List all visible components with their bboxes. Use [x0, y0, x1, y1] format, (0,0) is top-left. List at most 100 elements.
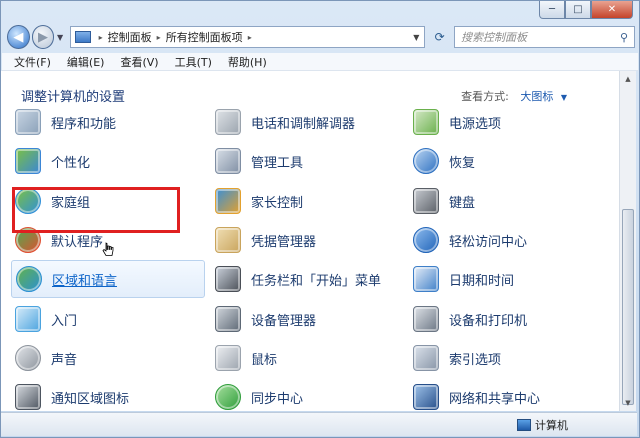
personalization-icon — [15, 148, 41, 174]
annotation-highlight-box — [12, 187, 180, 233]
breadcrumb-control-panel[interactable]: 控制面板 — [108, 29, 152, 45]
item-getting-started[interactable]: 入门 — [15, 304, 77, 334]
menu-view[interactable]: 查看(V) — [120, 54, 158, 70]
phone-modem-icon — [215, 109, 241, 135]
item-label[interactable]: 默认程序 — [51, 231, 103, 250]
date-time-icon — [413, 266, 439, 292]
recent-pages-dropdown[interactable]: ▼ — [54, 33, 65, 42]
item-programs-features[interactable]: 程序和功能 — [15, 107, 116, 137]
item-region-language[interactable]: 区域和语言 — [11, 260, 205, 298]
status-computer-label: 计算机 — [535, 419, 568, 432]
item-sound[interactable]: 声音 — [15, 343, 77, 373]
hand-cursor-icon — [102, 242, 114, 256]
parental-controls-icon — [215, 188, 241, 214]
item-devices-printers[interactable]: 设备和打印机 — [413, 304, 527, 334]
admin-tools-icon — [215, 148, 241, 174]
close-button[interactable]: ✕ — [591, 1, 633, 19]
back-button[interactable]: ◀ — [7, 25, 30, 49]
menu-edit[interactable]: 编辑(E) — [67, 54, 105, 70]
menu-tools[interactable]: 工具(T) — [175, 54, 212, 70]
item-label[interactable]: 设备和打印机 — [449, 310, 527, 329]
mouse-icon — [215, 345, 241, 371]
item-label[interactable]: 通知区域图标 — [51, 388, 129, 407]
item-label[interactable]: 网络和共享中心 — [449, 388, 540, 407]
item-label[interactable]: 个性化 — [51, 152, 90, 171]
menu-bar: 文件(F) 编辑(E) 查看(V) 工具(T) 帮助(H) — [2, 53, 638, 71]
scroll-up-arrow[interactable]: ▲ — [622, 73, 634, 85]
computer-icon — [517, 419, 531, 431]
chevron-right-icon[interactable]: ▸ — [157, 33, 161, 42]
item-label[interactable]: 声音 — [51, 349, 77, 368]
programs-features-icon — [15, 109, 41, 135]
item-personalization[interactable]: 个性化 — [15, 146, 90, 176]
keyboard-icon — [413, 188, 439, 214]
status-computer: 计算机 — [517, 417, 568, 433]
refresh-button[interactable]: ⟳ — [429, 26, 450, 48]
item-label[interactable]: 入门 — [51, 310, 77, 329]
item-date-time[interactable]: 日期和时间 — [413, 264, 514, 294]
item-phone-modem[interactable]: 电话和调制解调器 — [215, 107, 355, 137]
control-panel-content: 调整计算机的设置 查看方式: 大图标 ▼ 程序和功能 电话和调制解调器 电源选项 个性… — [1, 71, 619, 411]
item-ease-of-access[interactable]: 轻松访问中心 — [413, 225, 527, 255]
forward-button[interactable]: ▶ — [31, 25, 55, 49]
item-admin-tools[interactable]: 管理工具 — [215, 146, 303, 176]
credential-manager-icon — [215, 227, 241, 253]
region-language-icon — [16, 266, 42, 292]
address-bar[interactable]: ▸ 控制面板 ▸ 所有控制面板项 ▸ ▼ — [69, 26, 426, 48]
status-bar: 计算机 — [1, 412, 637, 436]
address-dropdown-icon[interactable]: ▼ — [408, 33, 424, 42]
sync-center-icon — [215, 384, 241, 410]
item-indexing-options[interactable]: 索引选项 — [413, 343, 501, 373]
item-device-manager[interactable]: 设备管理器 — [215, 304, 316, 334]
item-power-options[interactable]: 电源选项 — [413, 107, 501, 137]
chevron-right-icon[interactable]: ▸ — [99, 33, 103, 42]
item-label[interactable]: 程序和功能 — [51, 113, 116, 132]
item-label[interactable]: 同步中心 — [251, 388, 303, 407]
breadcrumb-all-items[interactable]: 所有控制面板项 — [166, 29, 243, 45]
item-parental-controls[interactable]: 家长控制 — [215, 186, 303, 216]
network-sharing-icon — [413, 384, 439, 410]
item-label[interactable]: 电源选项 — [449, 113, 501, 132]
item-label[interactable]: 键盘 — [449, 192, 475, 211]
item-sync-center[interactable]: 同步中心 — [215, 382, 303, 411]
menu-help[interactable]: 帮助(H) — [228, 54, 267, 70]
item-network-sharing[interactable]: 网络和共享中心 — [413, 382, 540, 411]
maximize-button[interactable]: □ — [565, 1, 591, 19]
item-taskbar-start[interactable]: 任务栏和「开始」菜单 — [215, 264, 381, 294]
item-label[interactable]: 索引选项 — [449, 349, 501, 368]
search-input[interactable]: 搜索控制面板 ⚲ — [453, 26, 635, 48]
item-recovery[interactable]: 恢复 — [413, 146, 475, 176]
scrollbar-thumb[interactable] — [622, 209, 634, 405]
taskbar-start-icon — [215, 266, 241, 292]
item-label[interactable]: 鼠标 — [251, 349, 277, 368]
item-credential-manager[interactable]: 凭据管理器 — [215, 225, 316, 255]
item-label[interactable]: 区域和语言 — [52, 270, 117, 289]
item-mouse[interactable]: 鼠标 — [215, 343, 277, 373]
item-label[interactable]: 管理工具 — [251, 152, 303, 171]
vertical-scrollbar[interactable]: ▲ ▼ — [619, 71, 636, 411]
item-label[interactable]: 凭据管理器 — [251, 231, 316, 250]
search-icon[interactable]: ⚲ — [614, 31, 634, 44]
search-placeholder: 搜索控制面板 — [460, 31, 527, 44]
menu-file[interactable]: 文件(F) — [14, 54, 51, 70]
item-label[interactable]: 家长控制 — [251, 192, 303, 211]
item-label[interactable]: 恢复 — [449, 152, 475, 171]
view-by-dropdown[interactable]: 大图标 — [520, 90, 553, 103]
scroll-down-arrow[interactable]: ▼ — [622, 397, 634, 409]
item-keyboard[interactable]: 键盘 — [413, 186, 475, 216]
item-label[interactable]: 任务栏和「开始」菜单 — [251, 270, 381, 289]
control-panel-icon — [74, 31, 91, 43]
minimize-button[interactable]: ─ — [539, 1, 565, 19]
item-label[interactable]: 日期和时间 — [449, 270, 514, 289]
navigation-bar: ◀ ▶ ▼ ▸ 控制面板 ▸ 所有控制面板项 ▸ ▼ ⟳ 搜索控制面板 ⚲ — [7, 23, 635, 51]
view-by-label: 查看方式: — [461, 90, 509, 103]
chevron-down-icon[interactable]: ▼ — [561, 93, 567, 102]
item-label[interactable]: 电话和调制解调器 — [251, 113, 355, 132]
item-label[interactable]: 设备管理器 — [251, 310, 316, 329]
chevron-right-icon[interactable]: ▸ — [248, 33, 252, 42]
item-notification-area[interactable]: 通知区域图标 — [15, 382, 129, 411]
window-controls: ─ □ ✕ — [539, 1, 633, 19]
notification-area-icon — [15, 384, 41, 410]
item-label[interactable]: 轻松访问中心 — [449, 231, 527, 250]
recovery-icon — [413, 148, 439, 174]
